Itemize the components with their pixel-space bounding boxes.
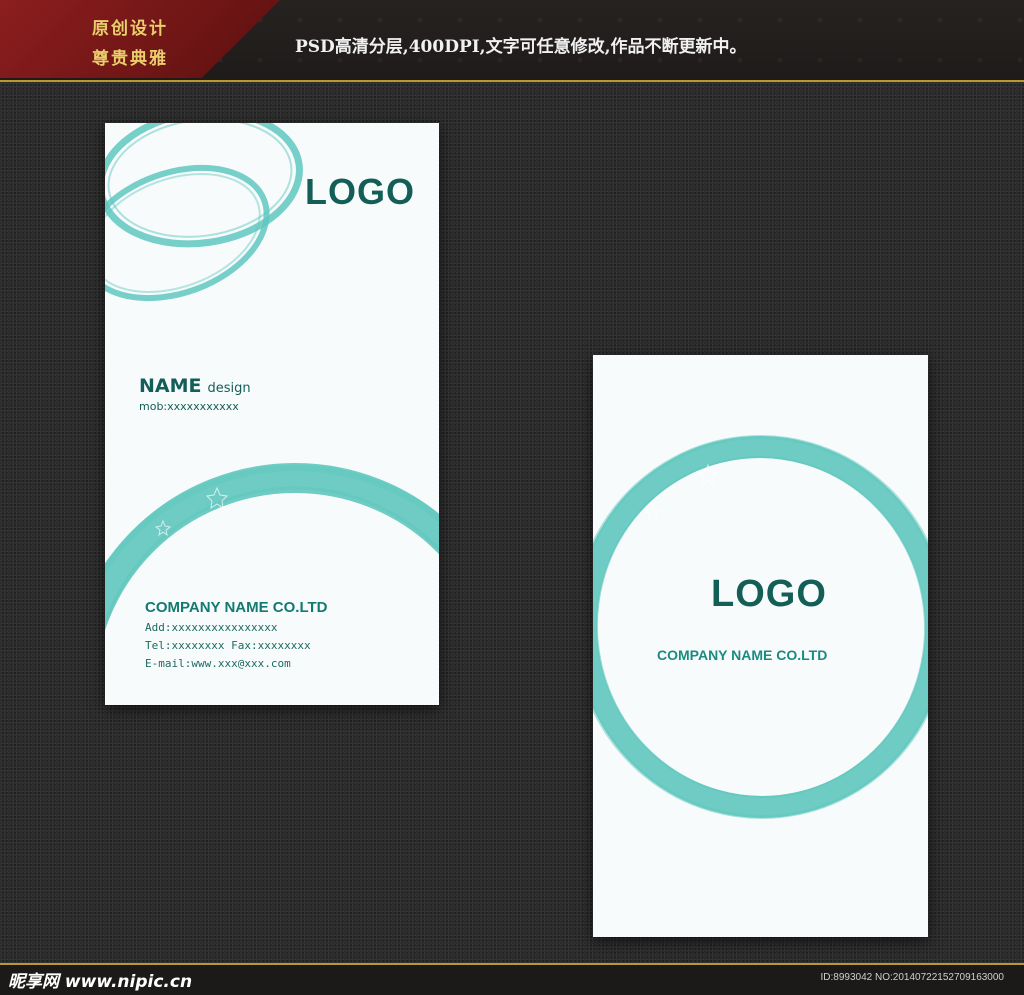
badge-line-1: 原创设计 xyxy=(92,19,168,39)
back-logo: LOGO xyxy=(711,573,827,615)
original-design-badge: 原创设计 尊贵典雅 xyxy=(0,0,280,78)
name-subtitle: design xyxy=(207,381,251,396)
preview-canvas: LOGO NAME design mob:xxxxxxxxxxx COMPANY … xyxy=(0,82,1024,963)
business-card-front: LOGO NAME design mob:xxxxxxxxxxx COMPANY … xyxy=(105,123,439,705)
email-line: E-mail:www.xxx@xxx.com xyxy=(145,657,291,670)
front-logo: LOGO xyxy=(305,171,415,212)
ring-graphic xyxy=(593,435,928,819)
name-block: NAME design xyxy=(139,375,251,397)
front-company-name: COMPANY NAME CO.LTD xyxy=(145,599,328,616)
address-line: Add:xxxxxxxxxxxxxxxx xyxy=(145,621,278,634)
back-company-name: COMPANY NAME CO.LTD xyxy=(657,647,828,663)
site-watermark[interactable]: 昵享网 www.nipic.cn xyxy=(8,967,192,992)
banner-slogan: PSD高清分层,400DPI,文字可任意修改,作品不断更新中。 xyxy=(295,37,747,57)
mobile-number: mob:xxxxxxxxxxx xyxy=(139,400,239,413)
image-id: ID:8993042 NO:20140722152709163000 xyxy=(820,972,1005,983)
top-banner: 原创设计 尊贵典雅 PSD高清分层,400DPI,文字可任意修改,作品不断更新中… xyxy=(0,0,1024,82)
business-card-back: LOGO COMPANY NAME CO.LTD xyxy=(593,355,928,937)
badge-line-2: 尊贵典雅 xyxy=(92,49,168,69)
name-label: NAME xyxy=(139,375,202,397)
tel-fax-line: Tel:xxxxxxxx Fax:xxxxxxxx xyxy=(145,639,311,652)
footer-bar: 昵享网 www.nipic.cn ID:8993042 NO:201407221… xyxy=(0,963,1024,995)
